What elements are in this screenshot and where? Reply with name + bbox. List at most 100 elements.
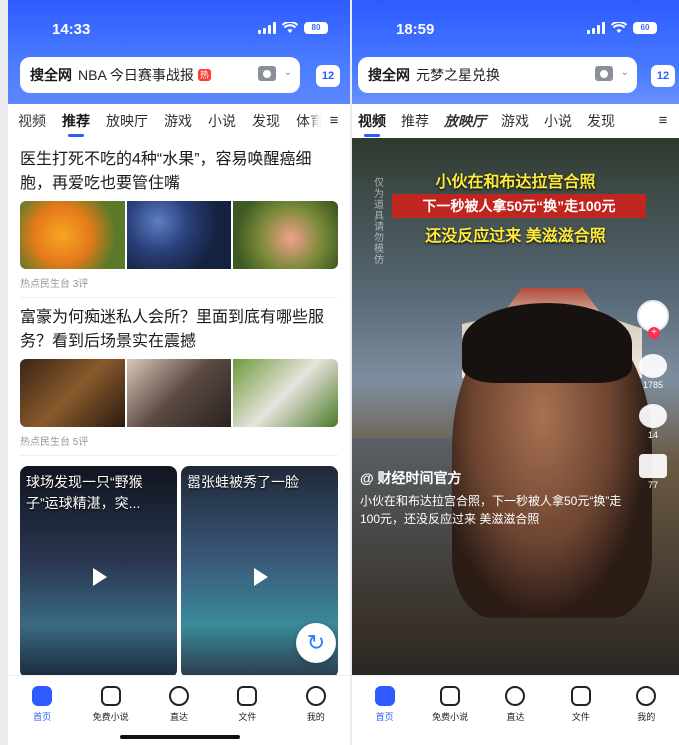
tab-recommend[interactable]: 推荐 bbox=[401, 111, 429, 131]
nav-label: 文件 bbox=[238, 712, 257, 722]
tab-cinema[interactable]: 放映厅 bbox=[444, 111, 486, 131]
chevron-down-icon[interactable]: ⌄ bbox=[284, 67, 292, 78]
at-icon bbox=[505, 686, 526, 706]
share-icon[interactable] bbox=[639, 454, 667, 478]
author-name[interactable]: @ 财经时间官方 bbox=[360, 468, 462, 488]
at-icon bbox=[168, 686, 189, 706]
like-count: 1785 bbox=[642, 380, 664, 390]
video-grid: 球场发现一只“野猴子”运球精湛，突... 嚣张蛙被秀了一脸 bbox=[20, 466, 338, 675]
papaya-image bbox=[20, 201, 125, 269]
tab-games[interactable]: 游戏 bbox=[164, 111, 192, 131]
header-bar: 14:33 80 搜全网 NBA 今日赛事战报 热 ⌄ 12 bbox=[8, 0, 350, 104]
caption-line-1: 小伙在和布达拉宫合照 bbox=[435, 174, 596, 191]
comment-icon[interactable] bbox=[639, 404, 667, 428]
nav-label: 首页 bbox=[33, 712, 52, 722]
comment-count: 14 bbox=[647, 430, 658, 440]
book-icon bbox=[440, 686, 461, 706]
list-item[interactable]: 医生打死不吃的4种“水果”，容易唤醒癌细胞，再爱吃也要管住嘴 热点民生台 3评 bbox=[8, 140, 350, 290]
search-query: NBA 今日赛事战报 bbox=[78, 67, 194, 83]
tab-video[interactable]: 视频 bbox=[18, 111, 46, 131]
nav-label: 首页 bbox=[375, 712, 394, 722]
smile-icon bbox=[305, 686, 326, 706]
wifi-icon bbox=[611, 22, 627, 33]
people-image bbox=[126, 359, 232, 427]
status-bar: 14:33 80 bbox=[8, 0, 350, 52]
video-title: 球场发现一只“野猴子”运球精湛，突... bbox=[26, 474, 143, 511]
channel-tabs: 视频 推荐 放映厅 游戏 小说 发现 ≡ bbox=[352, 104, 679, 138]
nav-label: 直达 bbox=[506, 712, 525, 722]
nav-me[interactable]: 我的 bbox=[286, 686, 346, 745]
menu-icon[interactable]: ≡ bbox=[322, 109, 346, 133]
camera-icon[interactable] bbox=[595, 66, 613, 81]
nav-home[interactable]: 首页 bbox=[355, 686, 415, 745]
nav-label: 免费小说 bbox=[92, 712, 129, 722]
tab-count-button[interactable]: 12 bbox=[316, 65, 340, 87]
tab-discover[interactable]: 发现 bbox=[587, 111, 615, 131]
golf-image bbox=[233, 359, 338, 427]
divider bbox=[20, 455, 338, 456]
search-input[interactable]: 搜全网 NBA 今日赛事战报 热 ⌄ bbox=[20, 57, 300, 93]
search-input[interactable]: 搜全网 元梦之星兑换 ⌄ bbox=[358, 57, 637, 93]
list-item[interactable]: 富豪为何痴迷私人会所？里面到底有哪些服务？看到后场景实在震撼 热点民生台 5评 bbox=[8, 298, 350, 448]
nav-direct[interactable]: 直达 bbox=[485, 686, 545, 745]
heart-icon[interactable] bbox=[639, 354, 667, 378]
nav-home[interactable]: 首页 bbox=[12, 686, 72, 745]
refresh-icon[interactable]: ↻ bbox=[296, 623, 336, 663]
tab-discover[interactable]: 发现 bbox=[252, 111, 280, 131]
article-meta: 热点民生台 3评 bbox=[20, 279, 89, 290]
article-title[interactable]: 医生打死不吃的4种“水果”，容易唤醒癌细胞，再爱吃也要管住嘴 bbox=[20, 148, 338, 196]
home-icon bbox=[32, 686, 53, 706]
signal-icon bbox=[258, 22, 276, 34]
wifi-icon bbox=[282, 22, 298, 33]
smile-icon bbox=[636, 686, 657, 706]
download-icon bbox=[570, 686, 591, 706]
article-images[interactable] bbox=[20, 359, 338, 427]
status-time: 14:33 bbox=[52, 21, 91, 38]
tab-games[interactable]: 游戏 bbox=[501, 111, 529, 131]
news-feed[interactable]: 医生打死不吃的4种“水果”，容易唤醒癌细胞，再爱吃也要管住嘴 热点民生台 3评 … bbox=[8, 140, 350, 675]
caption-line-3: 还没反应过来 美滋滋合照 bbox=[425, 228, 606, 245]
tab-novels[interactable]: 小说 bbox=[544, 111, 572, 131]
left-phone-screen: 14:33 80 搜全网 NBA 今日赛事战报 热 ⌄ 12 视频 推荐 放映厅… bbox=[8, 0, 350, 745]
article-meta: 热点民生台 5评 bbox=[20, 437, 89, 448]
nav-files[interactable]: 文件 bbox=[551, 686, 611, 745]
bottom-nav: 首页 免费小说 直达 文件 我的 bbox=[352, 675, 679, 745]
camera-icon[interactable] bbox=[258, 66, 276, 81]
tab-novels[interactable]: 小说 bbox=[208, 111, 236, 131]
tab-sports[interactable]: 体育 bbox=[296, 111, 324, 131]
tab-count-button[interactable]: 12 bbox=[651, 65, 675, 87]
hot-badge: 热 bbox=[197, 69, 211, 81]
play-icon[interactable] bbox=[92, 567, 107, 586]
nav-label: 我的 bbox=[306, 712, 325, 722]
tab-cinema[interactable]: 放映厅 bbox=[106, 111, 148, 131]
nav-label: 直达 bbox=[169, 712, 188, 722]
hair-image bbox=[462, 303, 632, 383]
video-description: 小伙在和布达拉宫合照，下一秒被人拿50元“换”走100元，还没反应过来 美滋滋合… bbox=[360, 494, 622, 526]
right-phone-screen: 18:59 60 搜全网 元梦之星兑换 ⌄ 12 视频 推荐 放映厅 游戏 小说… bbox=[352, 0, 679, 745]
chevron-down-icon[interactable]: ⌄ bbox=[621, 67, 629, 78]
video-player[interactable]: 仅为道具 请勿模仿 小伙在和布达拉宫合照 下一秒被人拿50元“换”走100元 还… bbox=[352, 138, 679, 675]
blueberry-image bbox=[126, 201, 232, 269]
home-indicator bbox=[120, 735, 240, 739]
search-query: 元梦之星兑换 bbox=[416, 67, 500, 83]
club-interior-image bbox=[20, 359, 125, 427]
tab-video[interactable]: 视频 bbox=[358, 111, 386, 137]
nav-label: 我的 bbox=[637, 712, 656, 722]
tab-recommend[interactable]: 推荐 bbox=[62, 111, 90, 137]
nav-label: 文件 bbox=[571, 712, 590, 722]
menu-icon[interactable]: ≡ bbox=[651, 109, 675, 133]
home-icon bbox=[374, 686, 395, 706]
channel-tabs: 视频 推荐 放映厅 游戏 小说 发现 体育 ≡ bbox=[8, 104, 350, 138]
article-title[interactable]: 富豪为何痴迷私人会所？里面到底有哪些服务？看到后场景实在震撼 bbox=[20, 306, 338, 354]
video-card[interactable]: 球场发现一只“野猴子”运球精湛，突... bbox=[20, 466, 177, 675]
play-icon[interactable] bbox=[253, 567, 268, 586]
article-images[interactable] bbox=[20, 201, 338, 269]
signal-icon bbox=[587, 22, 605, 34]
fruit-image bbox=[233, 201, 338, 269]
nav-me[interactable]: 我的 bbox=[616, 686, 676, 745]
search-brand: 搜全网 bbox=[368, 67, 410, 83]
author-avatar[interactable] bbox=[637, 300, 669, 339]
caption-line-2: 下一秒被人拿50元“换”走100元 bbox=[392, 194, 646, 218]
nav-label: 免费小说 bbox=[432, 712, 469, 722]
nav-free-novels[interactable]: 免费小说 bbox=[420, 686, 480, 745]
